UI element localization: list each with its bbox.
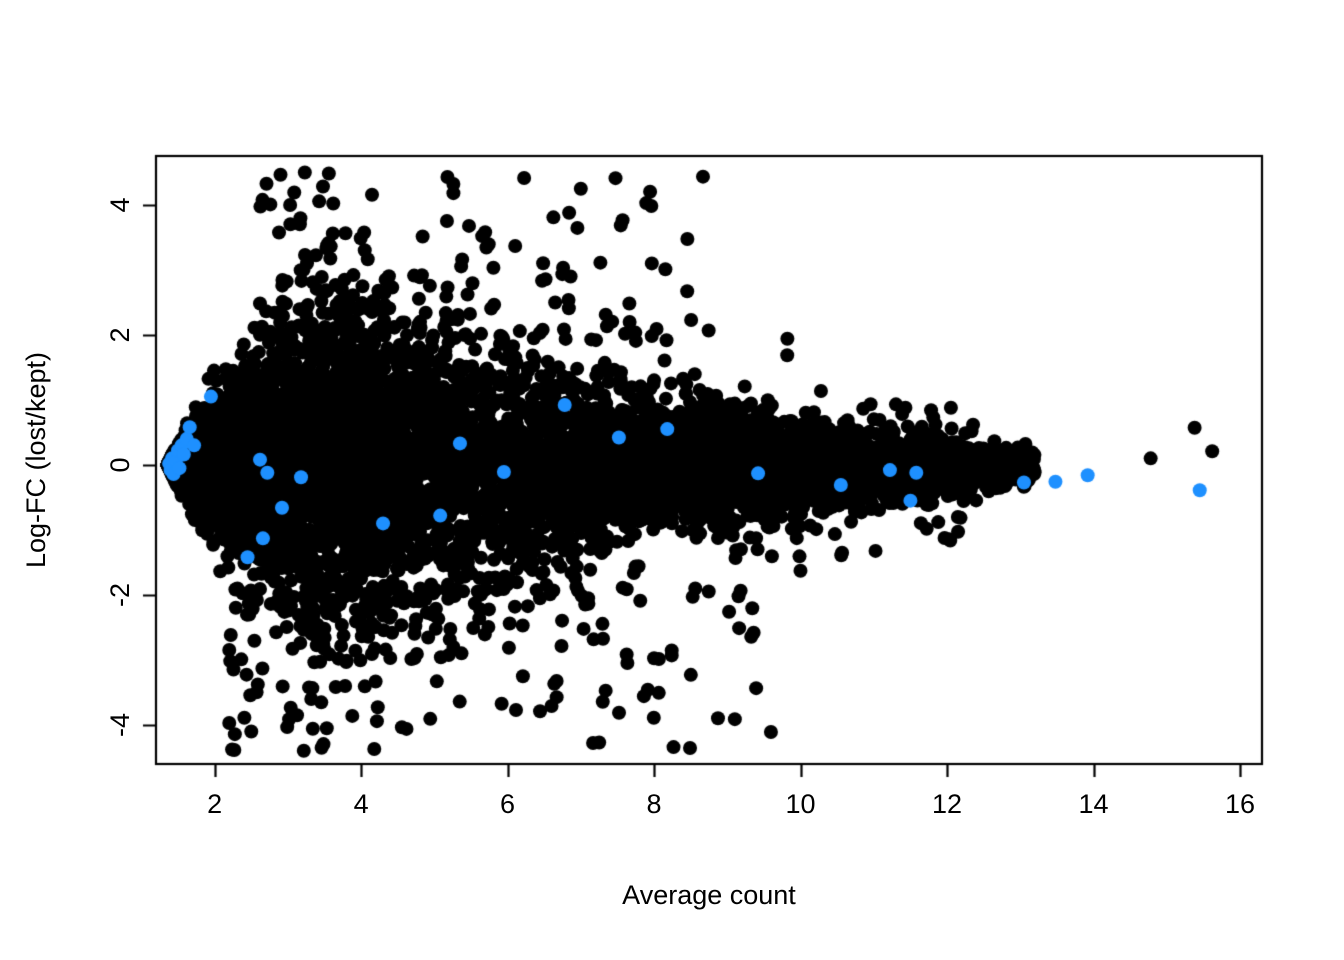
y-tick-label: 4 [105, 197, 135, 213]
x-tick-label: 2 [207, 789, 223, 819]
x-tick-label: 16 [1224, 789, 1256, 819]
y-axis-title: Log-FC (lost/kept) [21, 351, 51, 569]
y-tick-label: 0 [105, 457, 135, 473]
x-tick-label: 4 [353, 789, 369, 819]
x-tick-label: 12 [932, 789, 963, 819]
x-tick-label: 10 [785, 789, 816, 819]
x-axis-title: Average count [622, 880, 796, 910]
y-tick-label: -4 [105, 712, 135, 737]
scatter-plot-canvas [0, 0, 1344, 960]
y-tick-label: 2 [105, 327, 135, 343]
ma-plot-figure: Average count Log-FC (lost/kept) 2 4 6 8 10 1… [0, 0, 1344, 960]
y-tick-label: -2 [105, 582, 135, 607]
x-tick-label: 6 [500, 789, 516, 819]
x-tick-label: 14 [1078, 789, 1109, 819]
x-tick-label: 8 [646, 789, 662, 819]
